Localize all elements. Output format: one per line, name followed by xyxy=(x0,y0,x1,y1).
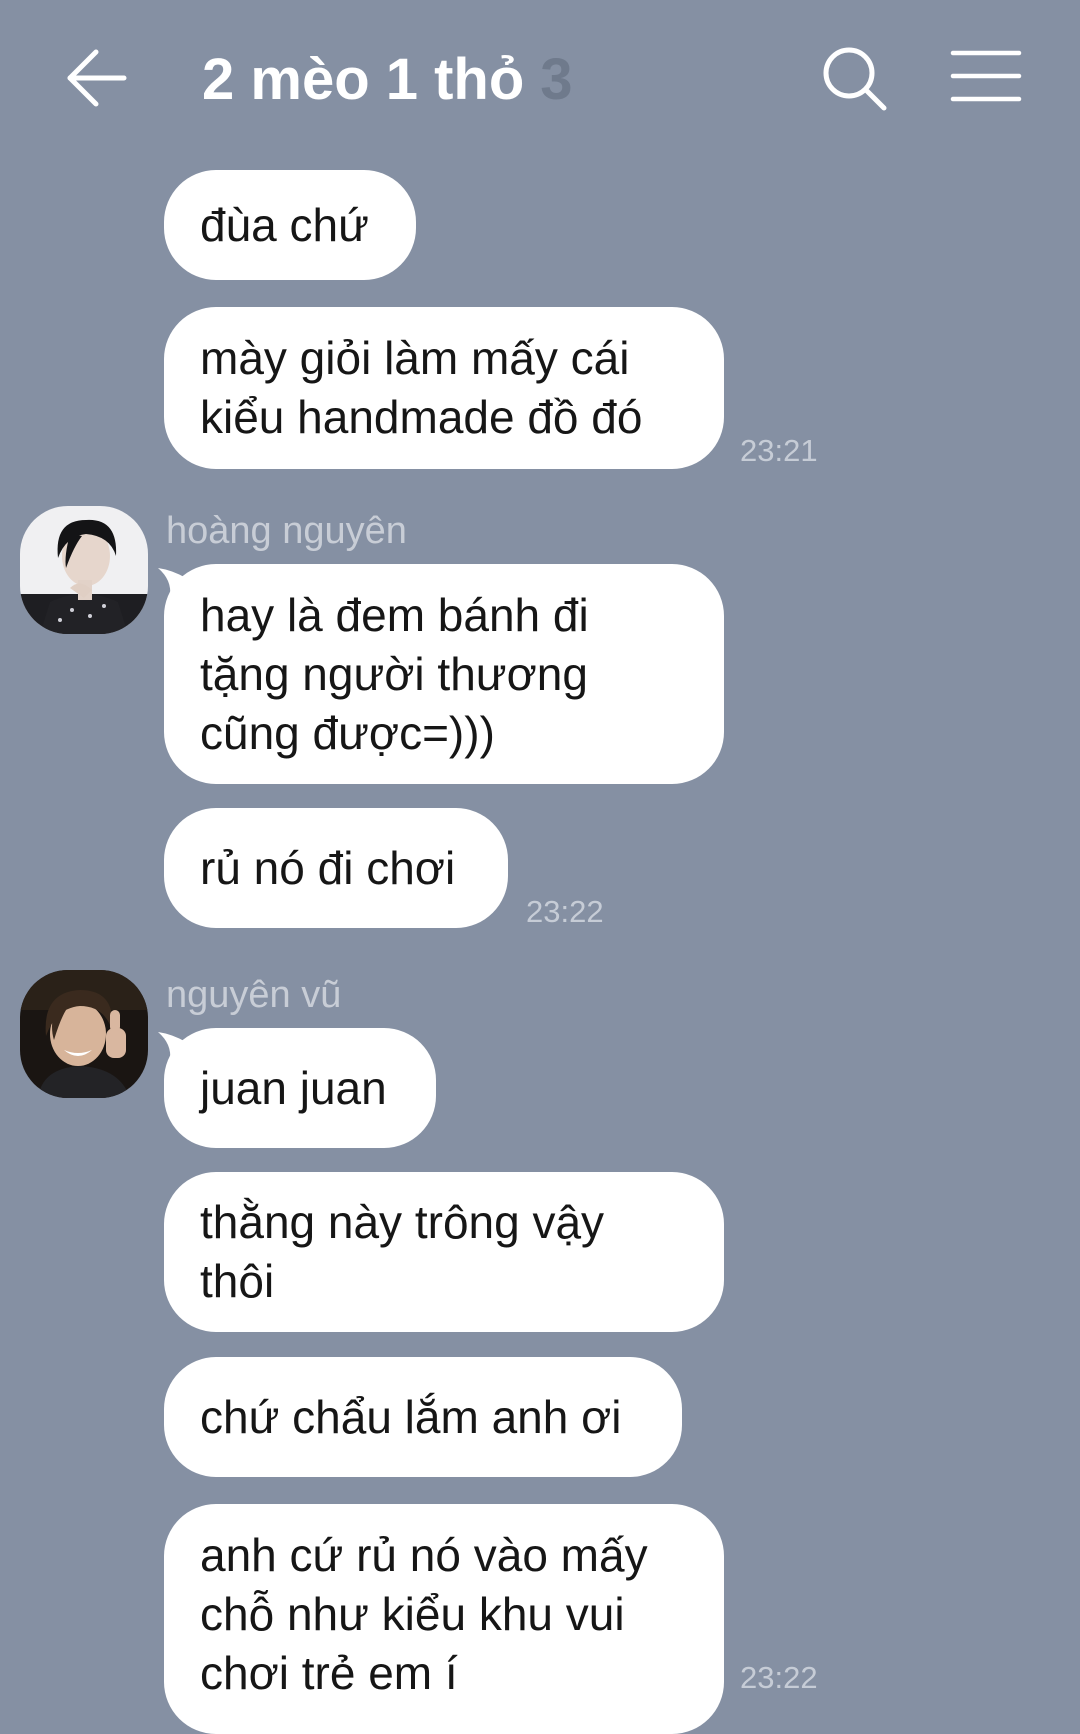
message-text: đùa chứ xyxy=(200,198,369,251)
search-button[interactable] xyxy=(820,44,890,114)
message-bubble[interactable]: rủ nó đi chơi xyxy=(164,808,508,928)
arrow-left-icon xyxy=(67,49,127,107)
member-count: 3 xyxy=(540,47,573,112)
message-bubble[interactable]: hay là đem bánh đi tặng người thương cũn… xyxy=(164,564,724,784)
avatar-photo xyxy=(20,970,148,1098)
message-text: chứ chẩu lắm anh ơi xyxy=(200,1390,622,1443)
message-bubble[interactable]: mày giỏi làm mấy cái kiểu handmade đồ đó xyxy=(164,307,724,469)
message-bubble[interactable]: chứ chẩu lắm anh ơi xyxy=(164,1357,682,1477)
chat-title[interactable]: 2 mèo 1 thỏ 3 xyxy=(202,40,573,120)
message-bubble[interactable]: thằng này trông vậy thôi xyxy=(164,1172,724,1332)
avatar-photo xyxy=(20,506,148,634)
message-timestamp: 23:22 xyxy=(740,1660,818,1695)
avatar[interactable] xyxy=(20,970,148,1098)
hamburger-menu-icon xyxy=(950,50,1022,102)
search-icon xyxy=(823,47,887,111)
chat-name: 2 mèo 1 thỏ xyxy=(202,47,525,112)
message-text: rủ nó đi chơi xyxy=(200,841,456,894)
avatar[interactable] xyxy=(20,506,148,634)
message-text: hay là đem bánh đi tặng người thương cũn… xyxy=(200,588,589,759)
sender-name: hoàng nguyên xyxy=(166,510,407,552)
message-bubble[interactable]: juan juan xyxy=(164,1028,436,1148)
message-text: juan juan xyxy=(200,1061,387,1114)
sender-name: nguyên vũ xyxy=(166,974,342,1016)
back-button[interactable] xyxy=(66,48,128,108)
message-text: anh cứ rủ nó vào mấy chỗ như kiểu khu vu… xyxy=(200,1529,648,1699)
message-text: thằng này trông vậy thôi xyxy=(200,1196,605,1307)
message-timestamp: 23:21 xyxy=(740,433,818,468)
message-bubble[interactable]: anh cứ rủ nó vào mấy chỗ như kiểu khu vu… xyxy=(164,1504,724,1734)
message-bubble[interactable]: đùa chứ xyxy=(164,170,416,280)
menu-button[interactable] xyxy=(950,48,1022,104)
message-text: mày giỏi làm mấy cái kiểu handmade đồ đó xyxy=(200,332,643,443)
chat-header: 2 mèo 1 thỏ 3 xyxy=(0,0,1080,160)
message-timestamp: 23:22 xyxy=(526,894,604,929)
